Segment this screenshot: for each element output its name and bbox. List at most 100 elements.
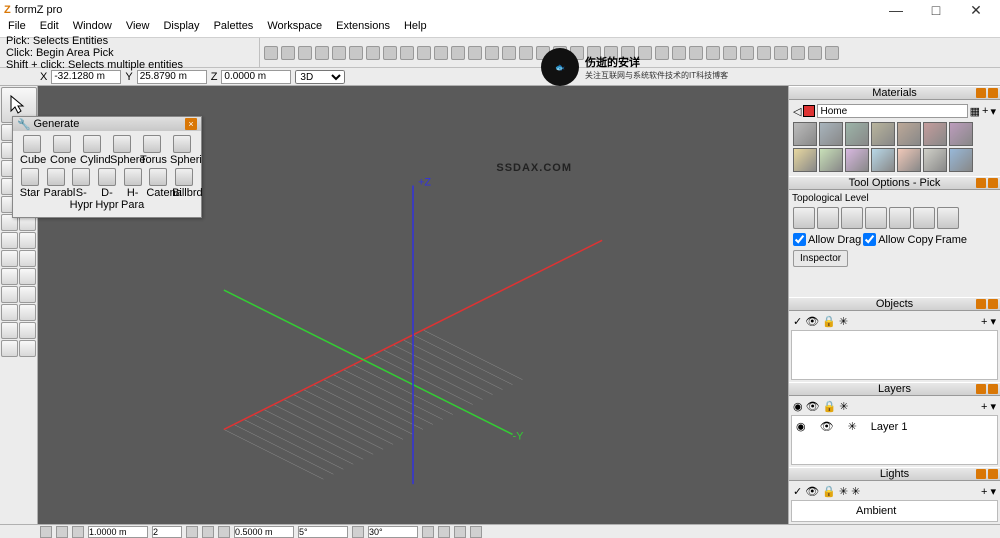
sb-icon-7[interactable]: [352, 526, 364, 538]
swatch-4[interactable]: [897, 122, 921, 146]
lt-eye-icon[interactable]: 👁: [805, 485, 819, 498]
sb-val3[interactable]: [234, 526, 294, 538]
ribbon-tool-1[interactable]: [281, 46, 295, 60]
layer-flag-icon[interactable]: ✳: [848, 420, 857, 433]
tool-r6[interactable]: [19, 232, 36, 249]
current-material-icon[interactable]: [803, 105, 815, 117]
sb-icon-8[interactable]: [422, 526, 434, 538]
layers-min-icon[interactable]: [976, 384, 986, 394]
tool-r8[interactable]: [19, 268, 36, 285]
lights-min-icon[interactable]: [976, 469, 986, 479]
sb-val2[interactable]: [152, 526, 182, 538]
layer-vis-icon[interactable]: 👁: [820, 420, 834, 433]
material-name-input[interactable]: [817, 104, 967, 118]
gen-sphere[interactable]: Sphere: [110, 135, 134, 166]
swatch-10[interactable]: [871, 148, 895, 172]
l-lock-icon[interactable]: 🔒: [823, 400, 837, 413]
l-radio-icon[interactable]: ◉: [793, 400, 803, 413]
swatch-2[interactable]: [845, 122, 869, 146]
objects-min-icon[interactable]: [976, 299, 986, 309]
ribbon-tool-31[interactable]: [791, 46, 805, 60]
layer-active-icon[interactable]: ◉: [796, 420, 806, 433]
ribbon-tool-3[interactable]: [315, 46, 329, 60]
toolopt-close-icon[interactable]: [988, 178, 998, 188]
swatch-5[interactable]: [923, 122, 947, 146]
swatch-12[interactable]: [923, 148, 947, 172]
ribbon-tool-10[interactable]: [434, 46, 448, 60]
lt-star2-icon[interactable]: ✳: [851, 485, 860, 498]
materials-close-icon[interactable]: [988, 88, 998, 98]
layers-close-icon[interactable]: [988, 384, 998, 394]
swatch-7[interactable]: [793, 148, 817, 172]
sb-icon-11[interactable]: [470, 526, 482, 538]
gen-parabl[interactable]: Parabl: [44, 168, 68, 211]
menu-workspace[interactable]: Workspace: [267, 20, 322, 37]
swatch-8[interactable]: [819, 148, 843, 172]
ribbon-tool-30[interactable]: [774, 46, 788, 60]
swatch-1[interactable]: [819, 122, 843, 146]
inspector-button[interactable]: Inspector: [793, 250, 848, 267]
swatch-6[interactable]: [949, 122, 973, 146]
l-star-icon[interactable]: ✳: [839, 400, 848, 413]
allow-drag-checkbox[interactable]: Allow Drag: [793, 233, 861, 246]
y-input[interactable]: [137, 70, 207, 84]
sb-icon-3[interactable]: [72, 526, 84, 538]
maximize-button[interactable]: □: [916, 2, 956, 18]
tool-l10[interactable]: [1, 304, 18, 321]
gen-cone[interactable]: Cone: [50, 135, 74, 166]
ribbon-tool-7[interactable]: [383, 46, 397, 60]
ribbon-tool-0[interactable]: [264, 46, 278, 60]
gen-spheri[interactable]: Spheri: [170, 135, 194, 166]
sb-icon-5[interactable]: [202, 526, 214, 538]
sb-icon-9[interactable]: [438, 526, 450, 538]
ribbon-tool-4[interactable]: [332, 46, 346, 60]
plus-icon[interactable]: +: [981, 316, 987, 328]
topo-seg[interactable]: [817, 207, 839, 229]
topo-group[interactable]: [913, 207, 935, 229]
lock-icon[interactable]: 🔒: [822, 315, 836, 328]
chevron-down-icon[interactable]: ▾: [990, 315, 996, 328]
prev-icon[interactable]: ◁: [793, 105, 801, 118]
tool-l9[interactable]: [1, 286, 18, 303]
tool-r11[interactable]: [19, 322, 36, 339]
materials-min-icon[interactable]: [976, 88, 986, 98]
tool-l7[interactable]: [1, 250, 18, 267]
topo-object[interactable]: [889, 207, 911, 229]
gen-billbrd[interactable]: Billbrd: [172, 168, 196, 211]
tool-r7[interactable]: [19, 250, 36, 267]
ribbon-tool-32[interactable]: [808, 46, 822, 60]
sb-icon-4[interactable]: [186, 526, 198, 538]
ribbon-tool-29[interactable]: [757, 46, 771, 60]
gen-star[interactable]: Star: [18, 168, 42, 211]
l-chevron-icon[interactable]: ▾: [990, 400, 996, 413]
ribbon-tool-8[interactable]: [400, 46, 414, 60]
layer1-label[interactable]: Layer 1: [871, 421, 908, 433]
objects-list[interactable]: [791, 330, 998, 380]
minimize-button[interactable]: —: [876, 2, 916, 18]
sb-icon-2[interactable]: [56, 526, 68, 538]
sb-icon-10[interactable]: [454, 526, 466, 538]
ribbon-tool-5[interactable]: [349, 46, 363, 60]
gen-cylind[interactable]: Cylind: [80, 135, 104, 166]
mode-select[interactable]: 3D: [295, 70, 345, 84]
topo-face[interactable]: [865, 207, 887, 229]
gen-h-para[interactable]: H-Para: [121, 168, 145, 211]
ribbon-tool-13[interactable]: [485, 46, 499, 60]
sb-val5[interactable]: [368, 526, 418, 538]
l-eye-icon[interactable]: 👁: [806, 400, 820, 413]
gen-cube[interactable]: Cube: [20, 135, 44, 166]
close-button[interactable]: ✕: [956, 2, 996, 19]
add-icon[interactable]: +: [982, 105, 988, 117]
topo-hole[interactable]: [937, 207, 959, 229]
ribbon-tool-2[interactable]: [298, 46, 312, 60]
sb-val1[interactable]: [88, 526, 148, 538]
ribbon-tool-6[interactable]: [366, 46, 380, 60]
tool-l12[interactable]: [1, 340, 18, 357]
ribbon-tool-11[interactable]: [451, 46, 465, 60]
topo-point[interactable]: [793, 207, 815, 229]
toolopt-min-icon[interactable]: [976, 178, 986, 188]
x-input[interactable]: [51, 70, 121, 84]
sb-icon-1[interactable]: [40, 526, 52, 538]
allow-copy-checkbox[interactable]: Allow Copy: [863, 233, 933, 246]
generate-palette[interactable]: 🔧 Generate× CubeConeCylindSphereTorusSph…: [12, 116, 202, 218]
